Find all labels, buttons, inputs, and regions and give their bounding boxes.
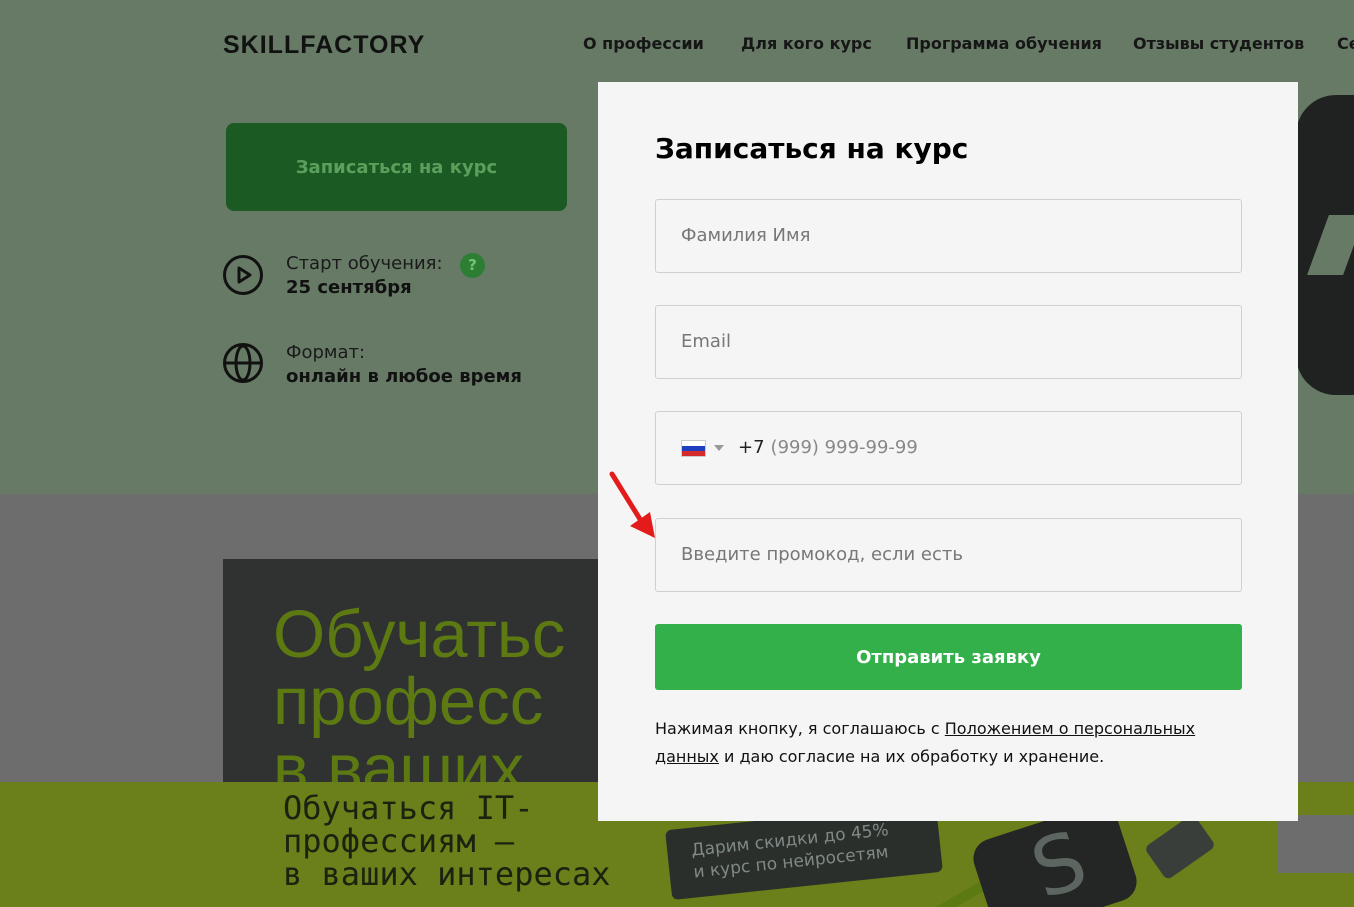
banner-headline: Обучаться IT- профессиям — в ваших интер… — [283, 792, 611, 891]
consent-suffix: и даю согласие на их обработку и хранени… — [718, 747, 1105, 766]
submit-button[interactable]: Отправить заявку — [655, 624, 1242, 690]
format-label: Формат: — [286, 342, 366, 363]
nav-link-more[interactable]: Се — [1337, 34, 1354, 53]
nav-link-reviews[interactable]: Отзывы студентов — [1133, 34, 1304, 53]
usb-illustration — [1143, 813, 1217, 881]
phone-placeholder: (999) 999-99-99 — [770, 437, 918, 458]
consent-prefix: Нажимая кнопку, я соглашаюсь с — [655, 719, 945, 738]
promo-headline-line: в ваших — [273, 731, 524, 789]
email-field[interactable]: Email — [655, 305, 1242, 379]
phone-field[interactable]: +7 (999) 999-99-99 — [655, 411, 1242, 485]
start-label: Старт обучения: — [286, 253, 443, 274]
nav-link-audience[interactable]: Для кого курс — [741, 34, 872, 53]
phone-prefix: +7 — [738, 437, 765, 458]
question-icon[interactable]: ? — [460, 253, 485, 278]
promo-code-field[interactable]: Введите промокод, если есть — [655, 518, 1242, 592]
flag-ru-icon[interactable] — [681, 439, 706, 457]
chevron-down-icon[interactable] — [714, 445, 724, 451]
modal-title: Записаться на курс — [655, 132, 969, 165]
device-letter: S — [1020, 812, 1098, 907]
promo-headline-line: професс — [273, 664, 544, 739]
promo-headline: Обучатьс професс в ваших — [273, 601, 565, 789]
promo-headline-line: Обучатьс — [273, 597, 566, 672]
promo-card: Обучатьс професс в ваших — [223, 559, 643, 789]
globe-icon — [223, 343, 263, 383]
play-circle-icon — [223, 255, 263, 295]
enroll-button[interactable]: Записаться на курс — [226, 123, 567, 211]
logo[interactable]: SKILLFACTORY — [223, 31, 425, 60]
nav-link-profession[interactable]: О профессии — [583, 34, 704, 53]
red-arrow-icon — [609, 471, 655, 538]
signup-modal: Записаться на курс Фамилия Имя Email +7 … — [598, 82, 1298, 821]
banner-line: профессиям — — [283, 822, 515, 860]
start-date: 25 сентября — [286, 277, 412, 298]
banner-line: Обучаться IT- — [283, 789, 534, 827]
format-value: онлайн в любое время — [286, 366, 522, 387]
nav-link-program[interactable]: Программа обучения — [906, 34, 1102, 53]
decorative-box — [1278, 815, 1354, 873]
consent-text: Нажимая кнопку, я соглашаюсь с Положение… — [655, 715, 1245, 771]
banner-line: в ваших интересах — [283, 855, 611, 893]
name-field[interactable]: Фамилия Имя — [655, 199, 1242, 273]
